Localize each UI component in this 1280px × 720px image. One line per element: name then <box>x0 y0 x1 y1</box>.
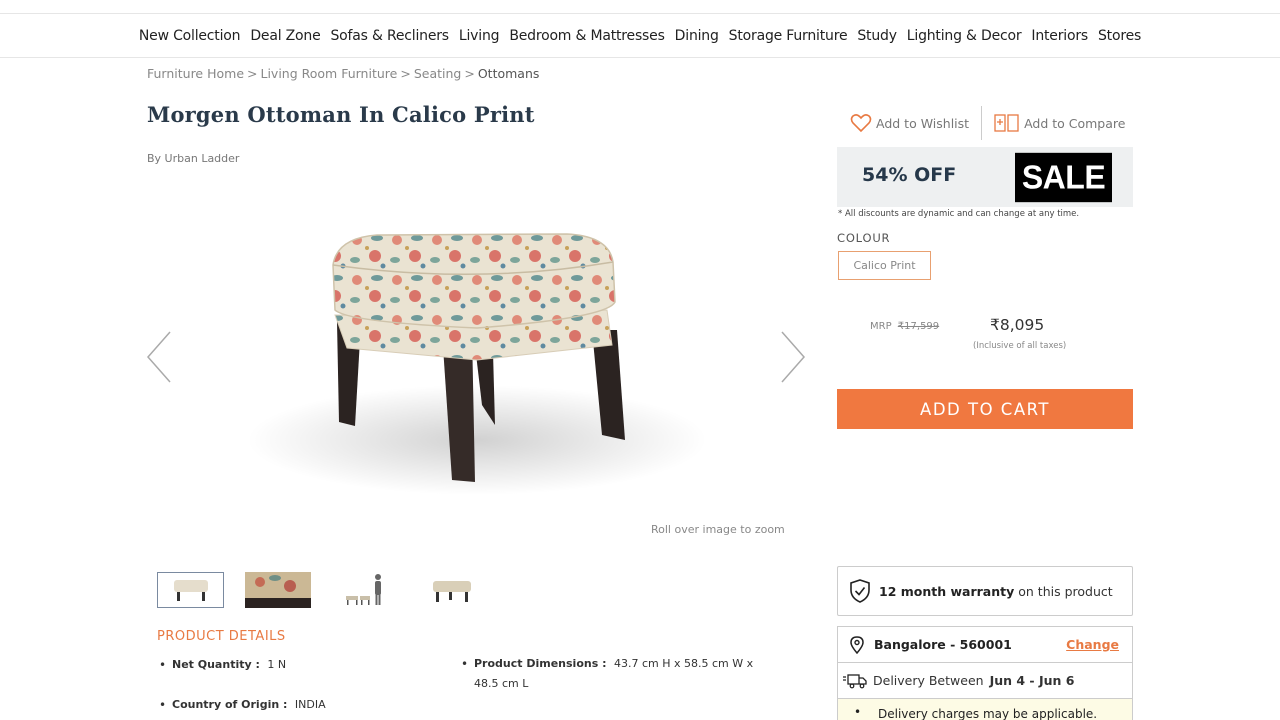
thumbnail-front[interactable] <box>157 572 224 608</box>
nav-living[interactable]: Living <box>454 28 504 44</box>
mrp-label: MRP <box>870 321 892 332</box>
nav-deal-zone[interactable]: Deal Zone <box>245 28 325 44</box>
divider <box>981 106 983 140</box>
colour-label: COLOUR <box>837 231 891 245</box>
next-image-arrow[interactable] <box>780 330 806 384</box>
delivery-location: Bangalore - 560001 Change <box>837 626 1133 663</box>
breadcrumb-separator: > <box>400 66 411 81</box>
warranty-text: 12 month warranty on this product <box>879 584 1113 599</box>
nav-new-collection[interactable]: New Collection <box>134 28 245 44</box>
warranty-suffix: on this product <box>1018 583 1113 599</box>
delivery-label: Delivery Between <box>873 673 984 688</box>
spec-value: 1 N <box>267 658 287 671</box>
ottoman-side-thumbnail-icon <box>432 581 471 602</box>
breadcrumb-current: Ottomans <box>477 66 540 81</box>
spec-key: Product Dimensions : <box>474 657 607 670</box>
breadcrumb-separator: > <box>464 66 475 81</box>
fabric-thumbnail-icon <box>244 572 311 608</box>
delivery-charges-note: Delivery charges may be applicable. <box>837 699 1133 720</box>
nav-sofas-recliners[interactable]: Sofas & Recliners <box>325 28 453 44</box>
ottoman-thumbnail-icon <box>173 580 208 601</box>
main-nav: New Collection Deal Zone Sofas & Recline… <box>0 14 1280 58</box>
product-title: Morgen Ottoman In Calico Print <box>147 102 535 127</box>
shield-check-icon <box>850 579 870 603</box>
change-location-link[interactable]: Change <box>1066 637 1119 652</box>
discount-note: * All discounts are dynamic and can chan… <box>838 209 1080 219</box>
warranty-duration: 12 month warranty <box>879 583 1015 599</box>
thumbnail-fabric[interactable] <box>244 572 311 608</box>
compare-icon <box>994 114 1019 132</box>
spec-country-of-origin: Country of Origin : INDIA <box>159 698 326 712</box>
chevron-left-icon <box>147 331 171 383</box>
zoom-hint: Roll over image to zoom <box>651 523 785 536</box>
warranty-box: 12 month warranty on this product <box>837 566 1133 616</box>
add-to-compare-button[interactable]: Add to Compare <box>994 113 1125 133</box>
nav-storage-furniture[interactable]: Storage Furniture <box>724 28 853 44</box>
sale-badge: SALE <box>1015 152 1112 203</box>
breadcrumb-seating[interactable]: Seating <box>414 66 462 81</box>
mrp: MRP ₹17,599 <box>870 321 939 332</box>
truck-icon <box>843 673 867 688</box>
spec-value: INDIA <box>294 698 326 711</box>
thumbnail-scale[interactable] <box>331 572 398 608</box>
delivery-dates: Jun 4 - Jun 6 <box>989 673 1075 688</box>
breadcrumb-separator: > <box>247 66 258 81</box>
nav-dining[interactable]: Dining <box>670 28 724 44</box>
sale-price: ₹8,095 <box>990 316 1045 334</box>
add-to-wishlist-button[interactable]: Add to Wishlist <box>850 113 969 133</box>
nav-bedroom-mattresses[interactable]: Bedroom & Mattresses <box>504 28 669 44</box>
breadcrumb: Furniture Home > Living Room Furniture > Sea… <box>147 66 539 81</box>
nav-study[interactable]: Study <box>852 28 901 44</box>
delivery-estimate: Delivery Between Jun 4 - Jun 6 <box>837 663 1133 699</box>
spec-net-quantity: Net Quantity : 1 N <box>159 658 287 672</box>
product-details-heading: PRODUCT DETAILS <box>157 629 286 644</box>
product-image[interactable] <box>147 190 807 520</box>
compare-label: Add to Compare <box>1024 115 1126 131</box>
breadcrumb-furniture-home[interactable]: Furniture Home <box>147 66 244 81</box>
pincode: Bangalore - 560001 <box>874 637 1012 652</box>
product-actions: Add to Wishlist Add to Compare <box>850 106 1125 140</box>
spec-key: Country of Origin : <box>172 698 288 711</box>
mrp-value: ₹17,599 <box>897 321 940 332</box>
tax-note: (Inclusive of all taxes) <box>973 341 1067 351</box>
top-bar <box>0 0 1280 14</box>
product-brand: By Urban Ladder <box>147 152 240 165</box>
spec-product-dimensions: Product Dimensions : 43.7 cm H x 58.5 cm… <box>461 654 754 694</box>
nav-stores[interactable]: Stores <box>1093 28 1146 44</box>
nav-interiors[interactable]: Interiors <box>1026 28 1093 44</box>
heart-icon <box>850 114 872 133</box>
discount-percent: 54% OFF <box>862 164 957 186</box>
colour-option-calico-print[interactable]: Calico Print <box>838 251 931 280</box>
nav-lighting-decor[interactable]: Lighting & Decor <box>902 28 1027 44</box>
spec-key: Net Quantity : <box>172 658 260 671</box>
scale-thumbnail-icon <box>345 574 381 605</box>
thumbnail-strip <box>157 572 485 608</box>
add-to-cart-button[interactable]: ADD TO CART <box>837 389 1133 429</box>
thumbnail-side[interactable] <box>418 572 485 608</box>
chevron-right-icon <box>781 331 805 383</box>
breadcrumb-living-room[interactable]: Living Room Furniture <box>261 66 398 81</box>
location-pin-icon <box>850 635 864 654</box>
wishlist-label: Add to Wishlist <box>876 115 970 131</box>
discount-banner: 54% OFF SALE <box>837 147 1133 207</box>
prev-image-arrow[interactable] <box>146 330 172 384</box>
